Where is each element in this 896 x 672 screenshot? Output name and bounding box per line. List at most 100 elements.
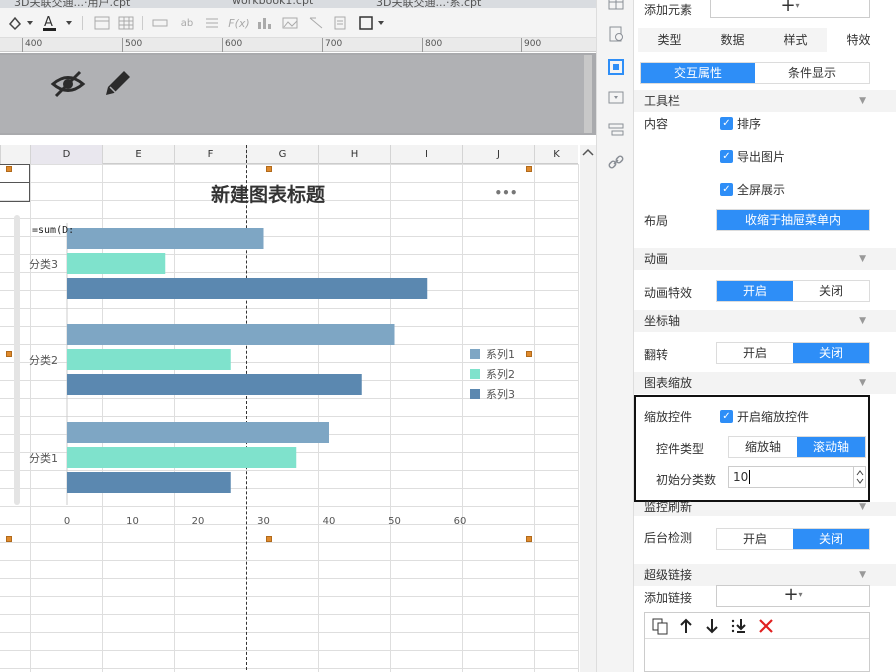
chart-zoom-scrollbar[interactable] [14,215,20,505]
flip-label: 翻转 [644,348,669,362]
horizontal-ruler: 400 500 600 700 800 900 [0,38,596,52]
animation-on[interactable]: 开启 [717,281,793,301]
file-tab-1[interactable]: 3D关联交通...·用户.cpt [14,0,130,8]
cell-attr-icon[interactable] [606,0,626,14]
add-element-button[interactable]: +▾ [710,0,870,18]
layout-label: 布局 [644,214,669,228]
category-label: 分类3 [29,257,58,271]
section-monitor[interactable]: 监控刷新 ▼ [634,501,896,516]
cell-icon[interactable] [92,14,112,32]
effects-subtabs: 交互属性 条件显示 [640,62,870,84]
formula-icon[interactable]: F(x) [228,14,250,32]
stepper-icon[interactable] [853,467,865,487]
backend-on[interactable]: 开启 [717,529,793,549]
chart-icon[interactable] [254,14,274,32]
x-tick-label: 10 [126,516,139,527]
header-scrollbar[interactable] [584,55,592,133]
column-header[interactable]: D [30,145,102,164]
move-down-icon[interactable] [703,617,721,638]
tab-type[interactable]: 类型 [638,28,701,52]
section-axis[interactable]: 坐标轴 ▼ [634,310,896,332]
widget-settings-icon[interactable] [606,24,626,44]
condition-icon[interactable] [606,120,626,140]
legend-swatch [470,389,480,399]
hide-eye-icon[interactable] [50,69,86,102]
backend-toggle: 开启 关闭 [716,528,870,550]
scroll-axis-option[interactable]: 滚动轴 [797,437,865,457]
column-header[interactable]: J [462,145,534,164]
column-header[interactable]: F [174,145,246,164]
column-header[interactable]: E [102,145,174,164]
column-header[interactable]: I [390,145,462,164]
table-icon[interactable] [116,14,136,32]
merge-icon[interactable] [150,14,170,32]
form-icon[interactable] [606,88,626,108]
resize-handle[interactable] [266,166,272,172]
property-icon-column [596,0,634,672]
animation-off[interactable]: 关闭 [793,281,869,301]
resize-handle[interactable] [6,351,12,357]
section-animation[interactable]: 动画 ▼ [634,248,896,270]
check-sort[interactable]: ✓ 排序 [720,115,761,132]
delete-icon[interactable] [757,617,775,638]
zoom-axis-option[interactable]: 缩放轴 [729,437,797,457]
subtab-condition[interactable]: 条件显示 [755,63,869,83]
bar-chart[interactable]: 新建图表标题 ••• 分类1 分类2 分类3 0 10 20 30 40 50 60 系列1 系列2 系列3 [0,165,580,545]
check-fullscreen[interactable]: ✓ 全屏展示 [720,181,785,198]
chart-attr-icon[interactable] [606,57,626,77]
check-export-image[interactable]: ✓ 导出图片 [720,148,785,165]
flip-on[interactable]: 开启 [717,343,793,363]
file-tab-3[interactable]: 3D关联交通...·系.cpt [376,0,481,8]
resize-handle[interactable] [6,536,12,542]
resize-handle[interactable] [526,166,532,172]
resize-handle[interactable] [526,351,532,357]
tab-data[interactable]: 数据 [701,28,764,52]
resize-handle[interactable] [266,536,272,542]
slash-icon[interactable] [306,14,326,32]
copy-icon[interactable] [651,617,669,638]
image-icon[interactable] [280,14,300,32]
column-header[interactable]: G [246,145,318,164]
add-element-label: 添加元素 [644,3,693,17]
scroll-up-icon[interactable] [580,145,596,159]
column-header[interactable]: H [318,145,390,164]
x-tick-label: 20 [192,516,205,527]
section-chart-zoom[interactable]: 图表缩放 ▼ [634,372,896,394]
file-tab-2[interactable]: workbook1.cpt [232,0,313,8]
init-count-input[interactable]: 10 [728,466,866,488]
sheet-vertical-scrollbar[interactable] [580,145,596,672]
section-toolbar[interactable]: 工具栏 ▼ [634,90,896,112]
resize-handle[interactable] [526,536,532,542]
subtab-interaction[interactable]: 交互属性 [641,63,755,83]
x-tick-label: 40 [323,516,336,527]
ruler-label: 500 [122,38,142,52]
fill-color-icon[interactable] [6,14,34,32]
tab-style[interactable]: 样式 [764,28,827,52]
column-header[interactable]: K [534,145,578,164]
check-enable-zoom[interactable]: ✓ 开启缩放控件 [720,408,809,425]
list-icon[interactable] [202,14,222,32]
edit-pencil-icon[interactable] [100,67,134,104]
bar [67,253,166,274]
move-up-icon[interactable] [677,617,695,638]
formula-cell[interactable]: =sum(D: [32,225,74,236]
column-header-row: D E F G H I J K [0,145,578,164]
section-hyperlink[interactable]: 超级链接 ▼ [634,564,896,586]
backend-off[interactable]: 关闭 [793,529,869,549]
x-tick-label: 0 [64,516,70,527]
tab-effects[interactable]: 特效 [827,28,890,52]
move-bottom-icon[interactable] [729,617,749,638]
border-icon[interactable] [358,14,388,32]
text-icon[interactable]: ab [176,14,198,32]
resize-handle[interactable] [6,166,12,172]
font-color-icon[interactable]: A [40,14,76,32]
flip-off[interactable]: 关闭 [793,343,869,363]
bar [67,374,362,395]
layout-select[interactable]: 收缩于抽屉菜单内 [716,209,870,231]
hyperlink-icon[interactable] [606,152,626,172]
add-icon: + [783,584,799,605]
ruler-label: 900 [521,38,541,52]
add-link-button[interactable]: +▾ [716,585,870,607]
format-toolbar: A ab F(x) [0,8,596,38]
attachment-icon[interactable] [330,14,350,32]
